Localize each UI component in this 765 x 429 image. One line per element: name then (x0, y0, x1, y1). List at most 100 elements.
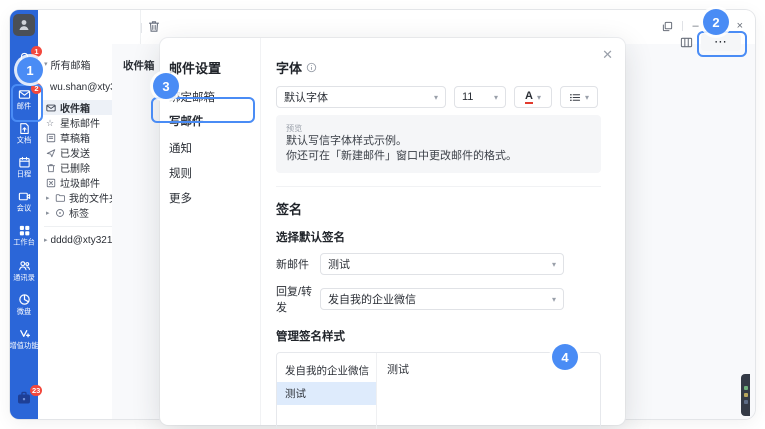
step-badge-3: 3 (153, 73, 179, 99)
drive-icon (18, 293, 31, 306)
rail-item-workbench[interactable]: 工作台 (10, 224, 38, 247)
rail-item-calendar[interactable]: 日程 (10, 156, 38, 179)
chevron-down-icon: ▾ (537, 93, 541, 102)
calendar-icon (18, 156, 31, 169)
reply-label: 回复/转发 (276, 283, 320, 315)
rail-item-label: 邮件 (17, 102, 31, 110)
secondary-controls: ⋯ (680, 33, 741, 51)
contacts-icon (18, 259, 31, 272)
delete-button[interactable] (148, 20, 160, 33)
tag-icon (55, 208, 66, 218)
font-size-value: 11 (462, 91, 473, 103)
v-plus-icon (18, 327, 31, 340)
font-color-button[interactable]: A ▾ (514, 86, 552, 108)
inbox-icon (46, 103, 57, 113)
signature-manager-panel: 发自我的企业微信 测试 测试 (276, 352, 601, 429)
rail-item-contacts[interactable]: 通讯录 (10, 259, 38, 282)
popout-icon[interactable] (662, 21, 673, 32)
chevron-right-icon[interactable]: ▸ (46, 209, 52, 217)
widget-dot (744, 393, 748, 397)
widget-dot (744, 400, 748, 404)
meeting-icon (18, 190, 31, 203)
rail-item-drive[interactable]: 微盘 (10, 293, 38, 316)
account-label: dddd@xty321.... (51, 235, 118, 246)
close-icon: ✕ (602, 47, 613, 62)
chevron-down-icon: ▾ (585, 93, 589, 102)
app-screenshot: 1 邮件 2 文档 日程 会议 工作台 (0, 0, 765, 429)
nav-item-more[interactable]: 更多 (169, 190, 192, 206)
chevron-down-icon[interactable]: ▾ (44, 60, 48, 68)
font-size-select[interactable]: 11 ▾ (454, 86, 506, 108)
nav-item-rules[interactable]: 规则 (169, 165, 192, 181)
rail-item-docs[interactable]: 文档 (10, 122, 38, 145)
step-badge-1: 1 (17, 57, 43, 83)
new-mail-signature-value: 测试 (328, 256, 350, 272)
trash-icon (148, 20, 160, 33)
person-icon (17, 18, 31, 32)
new-mail-signature-select[interactable]: 测试 ▾ (320, 253, 564, 275)
preview-label: 预览 (286, 122, 576, 133)
more-icon: ⋯ (714, 34, 728, 50)
nav-item-compose[interactable]: 写邮件 (169, 113, 204, 129)
document-icon (18, 122, 31, 135)
nav-item-notifications[interactable]: 通知 (169, 140, 192, 156)
step-badge-4: 4 (552, 344, 578, 370)
signature-item[interactable]: 发自我的企业微信 (277, 359, 376, 382)
rail-item-label: 通讯录 (13, 273, 35, 281)
list-style-button[interactable]: ▾ (560, 86, 598, 108)
signature-section-heading: 签名 (276, 199, 601, 218)
step-badge-2: 2 (703, 9, 729, 35)
rail-item-label: 日程 (17, 170, 31, 178)
rail-item-label: 文档 (17, 136, 31, 144)
font-section-heading: 字体 (276, 58, 601, 77)
font-preview-box: 预览 默认写信字体样式示例。 你还可在「新建邮件」窗口中更改邮件的格式。 (276, 115, 601, 173)
chevron-right-icon[interactable]: ▸ (46, 194, 52, 202)
draft-icon (46, 133, 57, 143)
rail-item-label: 工作台 (13, 238, 35, 246)
spam-icon (46, 178, 57, 188)
settings-nav: 邮件设置 绑定邮箱 写邮件 通知 规则 更多 (160, 38, 261, 425)
send-icon (46, 148, 57, 158)
reply-signature-select[interactable]: 发自我的企业微信 ▾ (320, 288, 564, 310)
font-family-value: 默认字体 (284, 89, 328, 105)
notification-badge: 1 (31, 46, 42, 57)
rail-item-value-added[interactable]: 增值功能 (10, 327, 38, 350)
font-heading-label: 字体 (276, 58, 302, 77)
folder-icon (55, 193, 66, 203)
rail-item-label: 会议 (17, 204, 31, 212)
close-icon[interactable]: × (737, 20, 743, 32)
more-button[interactable]: ⋯ (701, 33, 741, 51)
layout-columns-icon[interactable] (680, 36, 693, 49)
info-icon[interactable] (306, 62, 317, 73)
new-mail-label: 新邮件 (276, 256, 320, 272)
widget-dot (744, 386, 748, 390)
choose-signature-heading: 选择默认签名 (276, 229, 601, 245)
font-family-select[interactable]: 默认字体 ▾ (276, 86, 446, 108)
chevron-right-icon[interactable]: ▸ (44, 236, 48, 244)
chevron-down-icon: ▾ (434, 93, 438, 102)
chevron-down-icon: ▾ (494, 93, 498, 102)
manage-signature-heading: 管理签名样式 (276, 328, 601, 344)
mail-settings-modal: ✕ 邮件设置 绑定邮箱 写邮件 通知 规则 更多 字体 默认字体 ▾ (160, 38, 625, 425)
docked-sidebar-widget[interactable] (741, 374, 750, 416)
folder-label: 我的文件夹 (69, 190, 117, 205)
controls-divider (682, 21, 683, 31)
mail-unread-badge: 2 (31, 83, 42, 94)
font-controls: 默认字体 ▾ 11 ▾ A ▾ ▾ (276, 86, 601, 108)
chevron-down-icon: ▾ (552, 260, 556, 269)
modal-close-button[interactable]: ✕ (602, 47, 613, 63)
mail-list-header: 收件箱 (123, 58, 155, 73)
avatar[interactable] (13, 14, 35, 36)
new-mail-signature-row: 新邮件 测试 ▾ (276, 253, 601, 275)
signature-item-selected[interactable]: 测试 (277, 382, 376, 405)
minimize-icon[interactable]: – (692, 20, 698, 32)
star-icon: ☆ (46, 118, 57, 128)
toolbar-divider (141, 23, 142, 33)
trash-icon (46, 163, 57, 173)
section-divider (276, 186, 601, 187)
rail-item-meeting[interactable]: 会议 (10, 190, 38, 213)
reply-signature-row: 回复/转发 发自我的企业微信 ▾ (276, 283, 601, 315)
signature-list: 发自我的企业微信 测试 (277, 353, 377, 429)
reply-signature-value: 发自我的企业微信 (328, 291, 416, 307)
app-window: 1 邮件 2 文档 日程 会议 工作台 (10, 10, 755, 419)
